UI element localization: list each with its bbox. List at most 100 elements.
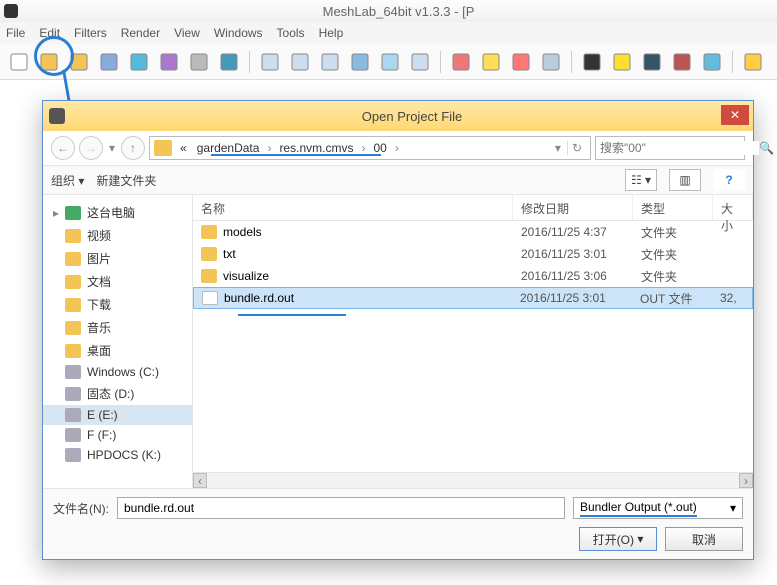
box-wire-icon[interactable] <box>257 49 283 75</box>
dialog-icon <box>49 108 65 124</box>
document-new-icon[interactable] <box>6 49 32 75</box>
view-mode-button[interactable]: ☷ ▾ <box>625 169 657 191</box>
preview-pane-button[interactable]: ▥ <box>669 169 701 191</box>
menu-file[interactable]: File <box>6 26 25 40</box>
nav-item[interactable]: 桌面 <box>43 339 192 362</box>
filename-input[interactable] <box>117 497 565 519</box>
breadcrumb-seg-1[interactable]: res.nvm.cmvs <box>275 141 357 155</box>
nav-item[interactable]: Windows (C:) <box>43 362 192 382</box>
nav-item[interactable]: F (F:) <box>43 425 192 445</box>
folder-icon <box>65 275 81 289</box>
file-list-header[interactable]: 名称 修改日期 类型 大小 <box>193 195 753 221</box>
dialog-body: ▸这台电脑视频图片文档下载音乐桌面Windows (C:)固态 (D:)E (E… <box>43 195 753 488</box>
menubar: File Edit Filters Render View Windows Tools Hel… <box>0 22 777 44</box>
drive-icon <box>65 408 81 422</box>
marker-a-icon[interactable] <box>609 49 635 75</box>
open-button[interactable]: 打开(O) ▾ <box>579 527 657 551</box>
up-button[interactable]: ↑ <box>121 136 145 160</box>
file-type: 文件夹 <box>633 246 713 263</box>
nav-item[interactable]: 下载 <box>43 293 192 316</box>
info-icon[interactable] <box>639 49 665 75</box>
file-rows[interactable]: models2016/11/25 4:37文件夹txt2016/11/25 3:… <box>193 221 753 472</box>
dialog-titlebar[interactable]: Open Project File ✕ <box>43 101 753 131</box>
drive-icon <box>65 428 81 442</box>
folder-icon <box>65 298 81 312</box>
light-icon[interactable] <box>478 49 504 75</box>
menu-help[interactable]: Help <box>319 26 344 40</box>
file-row[interactable]: bundle.rd.out2016/11/25 3:01OUT 文件32, <box>193 287 753 309</box>
filename-label: 文件名(N): <box>53 500 109 517</box>
back-button[interactable]: ← <box>51 136 75 160</box>
drive-icon <box>65 365 81 379</box>
nav-this-pc[interactable]: ▸这台电脑 <box>43 201 192 224</box>
ruler-icon[interactable] <box>699 49 725 75</box>
menu-edit[interactable]: Edit <box>39 26 60 40</box>
points-icon[interactable] <box>287 49 313 75</box>
file-date: 2016/11/25 3:01 <box>513 247 633 261</box>
layers-icon[interactable] <box>186 49 212 75</box>
navigation-pane[interactable]: ▸这台电脑视频图片文档下载音乐桌面Windows (C:)固态 (D:)E (E… <box>43 195 193 488</box>
nav-item[interactable]: 文档 <box>43 270 192 293</box>
pick-icon[interactable] <box>448 49 474 75</box>
filetype-select[interactable]: Bundler Output (*.out) ▾ <box>573 497 743 519</box>
col-type[interactable]: 类型 <box>633 195 713 220</box>
nav-item[interactable]: 图片 <box>43 247 192 270</box>
chevron-right-icon: › <box>265 141 273 155</box>
folder-open-icon[interactable] <box>36 49 62 75</box>
nav-item[interactable]: 视频 <box>43 224 192 247</box>
breadcrumb-dropdown-icon[interactable]: ▾ <box>551 141 565 155</box>
app-title: MeshLab_64bit v1.3.3 - [P <box>24 4 773 19</box>
organize-button[interactable]: 组织 ▾ <box>51 172 84 189</box>
refresh-icon[interactable]: ↻ <box>567 141 586 155</box>
project-open-icon[interactable] <box>66 49 92 75</box>
dialog-toolbar: 组织 ▾ 新建文件夹 ☷ ▾ ▥ ? <box>43 165 753 195</box>
new-folder-button[interactable]: 新建文件夹 <box>96 172 156 189</box>
menu-view[interactable]: View <box>174 26 200 40</box>
mesh-icon[interactable] <box>538 49 564 75</box>
folder-icon <box>201 247 217 261</box>
menu-tools[interactable]: Tools <box>277 26 305 40</box>
chevron-down-icon: ▾ <box>730 501 736 515</box>
box-light-icon[interactable] <box>377 49 403 75</box>
menu-filters[interactable]: Filters <box>74 26 107 40</box>
cancel-button[interactable]: 取消 <box>665 527 743 551</box>
image-icon[interactable] <box>126 49 152 75</box>
box-texture-icon[interactable] <box>347 49 373 75</box>
search-input[interactable] <box>596 141 759 155</box>
plugin-icon[interactable] <box>669 49 695 75</box>
nav-item[interactable]: 固态 (D:) <box>43 382 192 405</box>
folder-icon <box>201 225 217 239</box>
file-row[interactable]: visualize2016/11/25 3:06文件夹 <box>193 265 753 287</box>
nav-item[interactable]: E (E:) <box>43 405 192 425</box>
target-icon[interactable] <box>579 49 605 75</box>
nav-item[interactable]: 音乐 <box>43 316 192 339</box>
filters-icon[interactable] <box>156 49 182 75</box>
dropdown-history-icon[interactable]: ▾ <box>107 141 117 155</box>
col-size[interactable]: 大小 <box>713 195 753 220</box>
col-date[interactable]: 修改日期 <box>513 195 633 220</box>
forward-button[interactable]: → <box>79 136 103 160</box>
horizontal-scrollbar[interactable]: ‹ › <box>193 472 753 488</box>
reload-icon[interactable] <box>96 49 122 75</box>
close-button[interactable]: ✕ <box>721 105 749 125</box>
material-icon[interactable] <box>508 49 534 75</box>
scroll-right-icon[interactable]: › <box>739 473 753 488</box>
search-icon[interactable]: 🔍 <box>759 141 774 155</box>
snapshot-icon[interactable] <box>216 49 242 75</box>
box-solid-icon[interactable] <box>317 49 343 75</box>
breadcrumb-seg-0[interactable]: gardenData <box>193 141 264 155</box>
search-box[interactable]: 🔍 <box>595 136 745 160</box>
nav-item[interactable]: HPDOCS (K:) <box>43 445 192 465</box>
file-name: bundle.rd.out <box>224 291 294 305</box>
file-row[interactable]: txt2016/11/25 3:01文件夹 <box>193 243 753 265</box>
mesh-info-icon[interactable] <box>740 49 766 75</box>
menu-render[interactable]: Render <box>121 26 160 40</box>
box-select-icon[interactable] <box>407 49 433 75</box>
breadcrumb-box[interactable]: « gardenData › res.nvm.cmvs › 00 › ▾ ↻ <box>149 136 591 160</box>
breadcrumb-seg-2[interactable]: 00 <box>369 141 390 155</box>
col-name[interactable]: 名称 <box>193 195 513 220</box>
help-icon[interactable]: ? <box>713 169 745 191</box>
menu-windows[interactable]: Windows <box>214 26 263 40</box>
scroll-left-icon[interactable]: ‹ <box>193 473 207 488</box>
file-row[interactable]: models2016/11/25 4:37文件夹 <box>193 221 753 243</box>
